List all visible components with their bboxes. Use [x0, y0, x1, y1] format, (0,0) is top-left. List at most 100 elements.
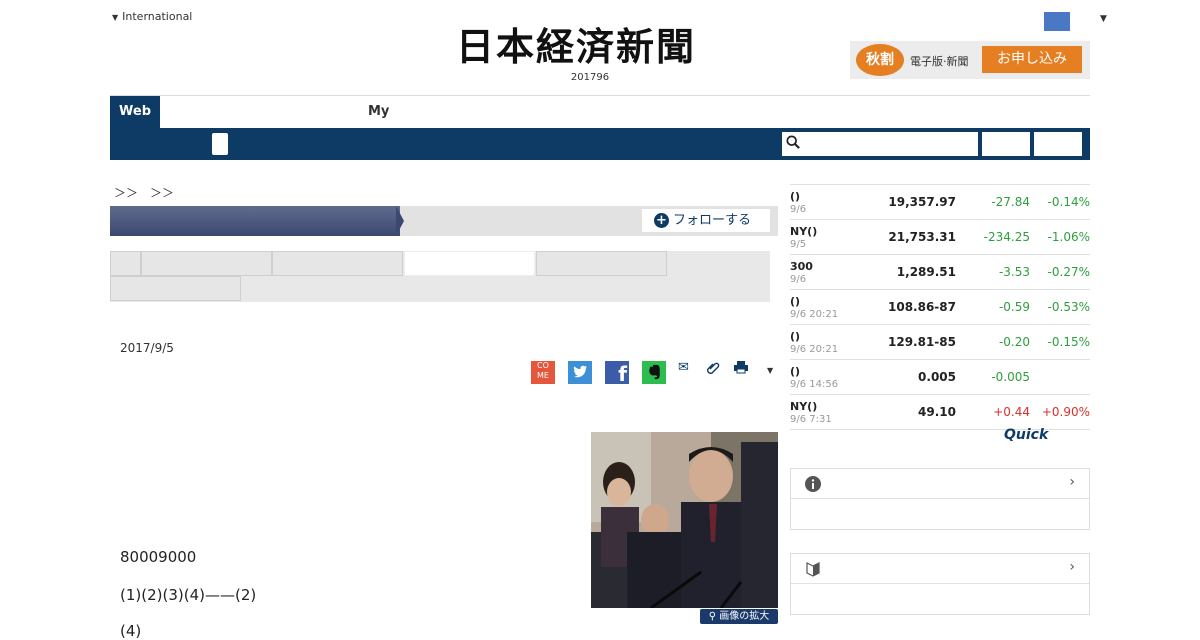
promo-badge: 秋割 — [856, 44, 904, 76]
market-time: 9/6 20:21 — [790, 309, 839, 320]
market-pct: +0.90% — [1041, 405, 1090, 419]
info-icon — [805, 476, 821, 492]
article-paragraph-3: (4) — [120, 622, 142, 640]
market-value: 1,289.51 — [896, 265, 956, 279]
article-date: 2017/9/5 — [120, 341, 174, 355]
more-icon[interactable]: ▼ — [767, 366, 773, 375]
dropdown-icon[interactable]: ▼ — [1100, 14, 1107, 24]
article-paragraph-2: (1)(2)(3)(4)——(2) — [120, 586, 257, 604]
quick-logo[interactable]: Quick — [1004, 427, 1048, 443]
market-row[interactable]: () 9/6 19,357.97 -27.84 -0.14% — [790, 184, 1090, 219]
international-label: International — [122, 10, 193, 23]
plus-icon: + — [654, 213, 669, 228]
evernote-glyph — [649, 364, 660, 380]
market-change: -27.84 — [991, 195, 1030, 209]
twitter-glyph — [573, 365, 588, 378]
search-button[interactable] — [982, 132, 1030, 156]
market-row[interactable]: () 9/6 14:56 0.005 -0.005 — [790, 359, 1090, 394]
promo-banner[interactable]: 秋割 電子版·新聞 お申し込み — [850, 41, 1090, 79]
market-name: NY() — [790, 400, 818, 413]
market-row[interactable]: NY() 9/5 21,753.31 -234.25 -1.06% — [790, 219, 1090, 254]
market-value: 108.86-87 — [888, 300, 956, 314]
market-pct: -0.27% — [1047, 265, 1090, 279]
market-row[interactable]: 300 9/6 1,289.51 -3.53 -0.27% — [790, 254, 1090, 289]
market-time: 9/6 — [790, 274, 807, 285]
clip-icon[interactable] — [706, 360, 720, 378]
flag-icon[interactable] — [1044, 12, 1070, 31]
market-time: 9/6 14:56 — [790, 379, 839, 390]
header-divider — [110, 95, 1090, 96]
market-name: () — [790, 190, 801, 203]
info-panel: › — [790, 468, 1090, 530]
print-icon[interactable] — [733, 360, 749, 378]
market-change: -234.25 — [983, 230, 1030, 244]
beginner-panel: › — [790, 553, 1090, 615]
market-change: -0.005 — [991, 370, 1030, 384]
subtab-5[interactable] — [536, 251, 667, 276]
section-title-bar — [110, 206, 400, 236]
market-time: 9/6 20:21 — [790, 344, 839, 355]
nav-menu-item[interactable] — [212, 133, 228, 155]
clip-glyph — [707, 362, 720, 374]
subtab-3[interactable] — [272, 251, 403, 276]
market-change: -3.53 — [998, 265, 1030, 279]
market-row[interactable]: () 9/6 20:21 129.81-85 -0.20 -0.15% — [790, 324, 1090, 359]
chevron-right-icon: › — [1069, 559, 1075, 575]
market-pct: -0.14% — [1047, 195, 1090, 209]
market-change: +0.44 — [993, 405, 1030, 419]
search-box[interactable] — [782, 132, 978, 156]
search-icon — [786, 135, 800, 149]
masthead-text: 日本経済新聞 — [456, 24, 697, 69]
market-name: () — [790, 330, 801, 343]
promo-apply-button[interactable]: お申し込み — [982, 46, 1082, 73]
market-change: -0.59 — [998, 300, 1030, 314]
chevron-right-icon: › — [1069, 474, 1075, 490]
market-value: 21,753.31 — [888, 230, 956, 244]
market-value: 0.005 — [918, 370, 956, 384]
evernote-icon[interactable] — [642, 361, 666, 384]
masthead-logo[interactable]: 日本経済新聞 — [456, 26, 746, 68]
search-option-button[interactable] — [1034, 132, 1082, 156]
masthead-number: 201796 — [570, 72, 610, 83]
info-panel-header[interactable]: › — [791, 469, 1089, 499]
article-photo[interactable] — [591, 432, 778, 608]
breadcrumb[interactable]: ＞＞ ＞＞ — [114, 184, 174, 201]
enlarge-image-button[interactable]: ⚲ 画像の拡大 — [700, 609, 778, 624]
photo-illustration — [591, 432, 778, 608]
market-name: NY() — [790, 225, 818, 238]
beginner-mark-icon — [806, 562, 820, 577]
tab-my[interactable]: My — [368, 104, 389, 119]
twitter-icon[interactable] — [568, 361, 592, 384]
market-time: 9/5 — [790, 239, 807, 250]
come-icon[interactable]: CO ME — [531, 361, 555, 384]
subtab-2[interactable] — [141, 251, 272, 276]
market-name: () — [790, 365, 801, 378]
mail-icon[interactable]: ✉ — [678, 360, 689, 375]
market-change: -0.20 — [998, 335, 1030, 349]
follow-button[interactable]: + フォローする — [642, 209, 770, 232]
enlarge-label: 画像の拡大 — [719, 611, 770, 622]
subtab-4-active[interactable] — [404, 251, 535, 276]
market-value: 19,357.97 — [888, 195, 956, 209]
market-pct: -0.15% — [1047, 335, 1090, 349]
magnify-icon: ⚲ — [708, 611, 720, 622]
market-name: 300 — [790, 260, 813, 273]
subtab-1[interactable] — [110, 251, 141, 276]
subtab-6[interactable] — [110, 276, 241, 301]
market-pct: -1.06% — [1047, 230, 1090, 244]
tab-web[interactable]: Web — [110, 96, 160, 128]
follow-label: フォローする — [673, 213, 752, 228]
beginner-panel-header[interactable]: › — [791, 554, 1089, 584]
market-row[interactable]: () 9/6 20:21 108.86-87 -0.59 -0.53% — [790, 289, 1090, 324]
promo-text: 電子版·新聞 — [910, 55, 969, 68]
market-name: () — [790, 295, 801, 308]
market-row[interactable]: NY() 9/6 7:31 49.10 +0.44 +0.90% — [790, 394, 1090, 430]
caret-down-icon: ▼ — [112, 13, 119, 22]
market-table: () 9/6 19,357.97 -27.84 -0.14% NY() 9/5 … — [790, 184, 1090, 430]
section-arrow — [396, 206, 404, 236]
print-glyph — [734, 361, 748, 374]
market-time: 9/6 — [790, 204, 807, 215]
facebook-icon[interactable]: f — [605, 361, 629, 386]
subsection-tabs — [110, 251, 770, 302]
international-link[interactable]: ▼ International — [112, 10, 192, 23]
